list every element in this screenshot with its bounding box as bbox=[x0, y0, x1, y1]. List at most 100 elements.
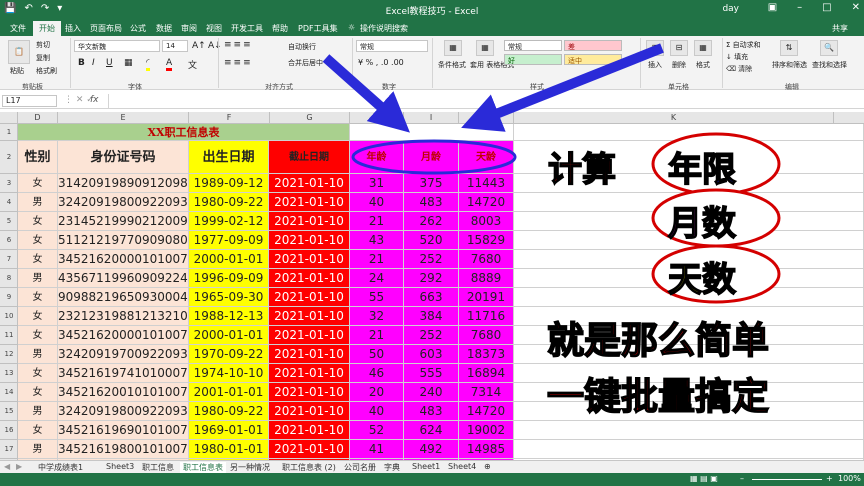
row-header[interactable]: 6 bbox=[0, 231, 18, 250]
row-header[interactable]: 2 bbox=[0, 141, 18, 174]
data-cell[interactable]: 2021-01-10 bbox=[269, 250, 350, 269]
sort-filter-icon[interactable]: ⇅ bbox=[780, 40, 798, 56]
column-header[interactable]: I bbox=[404, 112, 459, 124]
row-header[interactable]: 1 bbox=[0, 124, 18, 141]
data-cell[interactable]: 2021-01-10 bbox=[269, 288, 350, 307]
data-cell[interactable]: 男 bbox=[18, 193, 58, 212]
data-cell[interactable]: 1965-09-30 bbox=[189, 288, 269, 307]
formula-input[interactable] bbox=[108, 94, 858, 108]
column-header[interactable]: K bbox=[514, 112, 834, 124]
data-cell[interactable]: 555 bbox=[404, 364, 459, 383]
paste-button[interactable]: 粘贴 bbox=[10, 66, 24, 76]
data-cell[interactable]: 345216200001010072 bbox=[58, 250, 189, 269]
row-header[interactable]: 7 bbox=[0, 250, 18, 269]
column-header[interactable]: G bbox=[270, 112, 350, 124]
data-cell[interactable]: 262 bbox=[404, 212, 459, 231]
data-cell[interactable]: 男 bbox=[18, 440, 58, 459]
empty-cell[interactable] bbox=[514, 421, 864, 440]
data-cell[interactable]: 41 bbox=[350, 440, 404, 459]
data-cell[interactable]: 1980-09-22 bbox=[189, 402, 269, 421]
data-cell[interactable]: 女 bbox=[18, 174, 58, 193]
format-cells-button[interactable]: 格式 bbox=[696, 60, 710, 70]
autosum-button[interactable]: Σ 自动求和 bbox=[726, 40, 761, 50]
row-header[interactable]: 17 bbox=[0, 440, 18, 459]
font-size-select[interactable]: 14 bbox=[162, 40, 188, 52]
sheet-nav-right-icon[interactable]: ▶ bbox=[16, 462, 22, 471]
sheet-tab[interactable]: 字典 bbox=[384, 462, 400, 473]
maximize-icon[interactable]: □ bbox=[822, 2, 831, 13]
data-cell[interactable]: 2021-01-10 bbox=[269, 345, 350, 364]
user-name[interactable]: day bbox=[722, 4, 739, 14]
data-cell[interactable]: 345216198001010072 bbox=[58, 440, 189, 459]
data-cell[interactable]: 21 bbox=[350, 326, 404, 345]
data-cell[interactable]: 252 bbox=[404, 250, 459, 269]
close-icon[interactable]: ✕ bbox=[852, 2, 860, 13]
row-header[interactable]: 5 bbox=[0, 212, 18, 231]
header-cell[interactable]: 年龄 bbox=[350, 141, 404, 174]
data-cell[interactable]: 2001-01-01 bbox=[189, 383, 269, 402]
data-cell[interactable]: 43 bbox=[350, 231, 404, 250]
data-cell[interactable]: 1980-09-22 bbox=[189, 193, 269, 212]
data-cell[interactable]: 男 bbox=[18, 402, 58, 421]
add-sheet-icon[interactable]: ⊕ bbox=[484, 462, 491, 471]
delete-cells-icon[interactable]: ⊟ bbox=[670, 40, 688, 56]
data-cell[interactable]: 女 bbox=[18, 250, 58, 269]
zoom-slider[interactable] bbox=[752, 479, 822, 480]
number-format-select[interactable]: 常规 bbox=[356, 40, 428, 52]
data-cell[interactable]: 435671199609092247 bbox=[58, 269, 189, 288]
data-cell[interactable]: 11716 bbox=[459, 307, 514, 326]
number-format-icons[interactable]: ¥ % , .0 .00 bbox=[358, 58, 404, 67]
tab-help[interactable]: 帮助 bbox=[272, 23, 288, 34]
sheet-tab[interactable]: 职工信息表 (2) bbox=[282, 462, 336, 473]
data-cell[interactable]: 345216200101010072 bbox=[58, 383, 189, 402]
column-header[interactable]: J bbox=[459, 112, 514, 124]
sheet-title-cell[interactable]: XX职工信息表 bbox=[18, 124, 350, 141]
row-header[interactable]: 16 bbox=[0, 421, 18, 440]
data-cell[interactable]: 1988-12-13 bbox=[189, 307, 269, 326]
data-cell[interactable]: 15829 bbox=[459, 231, 514, 250]
data-cell[interactable]: 252 bbox=[404, 326, 459, 345]
sheet-tab[interactable]: 职工信息 bbox=[142, 462, 174, 473]
data-cell[interactable]: 18373 bbox=[459, 345, 514, 364]
data-cell[interactable]: 52 bbox=[350, 421, 404, 440]
tab-view[interactable]: 视图 bbox=[206, 23, 222, 34]
column-header[interactable]: D bbox=[18, 112, 58, 124]
header-cell[interactable]: 出生日期 bbox=[189, 141, 269, 174]
font-name-select[interactable]: 华文新魏 bbox=[74, 40, 160, 52]
row-header[interactable]: 11 bbox=[0, 326, 18, 345]
conditional-format-button[interactable]: 条件格式 bbox=[438, 60, 466, 70]
data-cell[interactable]: 19002 bbox=[459, 421, 514, 440]
data-cell[interactable]: 292 bbox=[404, 269, 459, 288]
data-cell[interactable]: 314209198909120983 bbox=[58, 174, 189, 193]
data-cell[interactable]: 女 bbox=[18, 307, 58, 326]
data-cell[interactable]: 2021-01-10 bbox=[269, 307, 350, 326]
delete-cells-button[interactable]: 删除 bbox=[672, 60, 686, 70]
row-header[interactable]: 12 bbox=[0, 345, 18, 364]
sheet-tab[interactable]: 中学成绩表1 bbox=[38, 462, 83, 473]
select-all-corner[interactable] bbox=[0, 112, 18, 124]
header-cell[interactable]: 身份证号码 bbox=[58, 141, 189, 174]
data-cell[interactable]: 663 bbox=[404, 288, 459, 307]
data-cell[interactable]: 女 bbox=[18, 212, 58, 231]
conditional-format-icon[interactable]: ▦ bbox=[444, 40, 462, 56]
tab-insert[interactable]: 插入 bbox=[65, 23, 81, 34]
data-cell[interactable]: 2021-01-10 bbox=[269, 269, 350, 288]
data-cell[interactable]: 2021-01-10 bbox=[269, 421, 350, 440]
row-header[interactable]: 8 bbox=[0, 269, 18, 288]
data-cell[interactable]: 2021-01-10 bbox=[269, 212, 350, 231]
fill-color-icon[interactable]: ◜ bbox=[146, 58, 150, 71]
row-header[interactable]: 13 bbox=[0, 364, 18, 383]
tab-home[interactable]: 开始 bbox=[33, 21, 61, 36]
sheet-tab[interactable]: 公司名册 bbox=[344, 462, 376, 473]
data-cell[interactable]: 231452199902120098 bbox=[58, 212, 189, 231]
data-cell[interactable]: 345216200001010072 bbox=[58, 326, 189, 345]
data-cell[interactable]: 2021-01-10 bbox=[269, 193, 350, 212]
data-cell[interactable]: 520 bbox=[404, 231, 459, 250]
underline-button[interactable]: U bbox=[106, 58, 113, 68]
minimize-icon[interactable]: – bbox=[797, 2, 802, 13]
data-cell[interactable]: 345216196901010072 bbox=[58, 421, 189, 440]
insert-cells-button[interactable]: 插入 bbox=[648, 60, 662, 70]
row-header[interactable]: 4 bbox=[0, 193, 18, 212]
italic-button[interactable]: I bbox=[92, 58, 95, 68]
zoom-level[interactable]: 100% bbox=[838, 474, 861, 483]
